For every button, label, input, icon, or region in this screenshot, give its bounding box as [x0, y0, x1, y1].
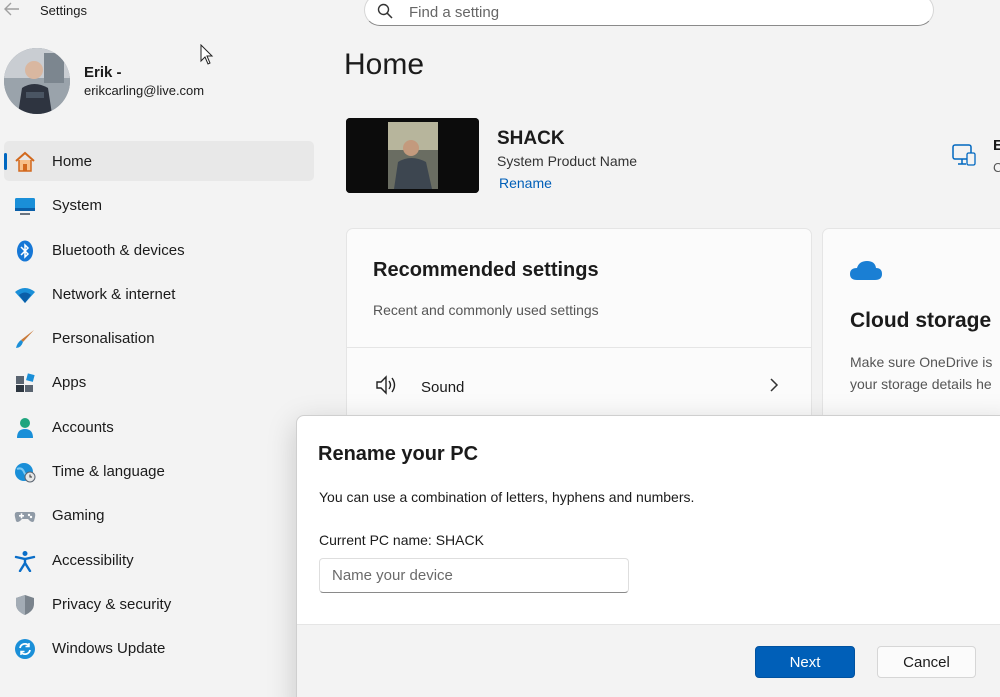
- app-title: Settings: [40, 3, 87, 18]
- sidebar-item-gaming[interactable]: Gaming: [4, 495, 314, 535]
- card-description-line: Make sure OneDrive is: [850, 354, 993, 370]
- back-arrow-icon[interactable]: [4, 2, 24, 20]
- page-title: Home: [344, 48, 425, 81]
- wifi-icon: [14, 284, 36, 306]
- accounts-icon: [14, 417, 36, 439]
- sidebar-item-label: Gaming: [52, 507, 105, 525]
- sidebar-item-windows-update[interactable]: Windows Update: [4, 628, 314, 668]
- bluetooth-icon: [14, 240, 36, 262]
- sidebar-item-apps[interactable]: Apps: [4, 362, 314, 402]
- dialog-description: You can use a combination of letters, hy…: [319, 489, 695, 505]
- recommended-item-label: Sound: [421, 379, 465, 396]
- sidebar-item-bluetooth[interactable]: Bluetooth & devices: [4, 230, 314, 270]
- sidebar-item-label: Apps: [52, 374, 87, 392]
- avatar[interactable]: [4, 48, 70, 114]
- sidebar-item-privacy[interactable]: Privacy & security: [4, 584, 314, 624]
- remote-desktop-icon: [952, 143, 976, 169]
- sidebar-item-personalisation[interactable]: Personalisation: [4, 318, 314, 358]
- pc-name: SHACK: [497, 128, 565, 149]
- sidebar-item-network[interactable]: Network & internet: [4, 274, 314, 314]
- accessibility-icon: [14, 550, 36, 572]
- gamepad-icon: [14, 505, 36, 527]
- user-email: erikcarling@live.com: [84, 83, 205, 98]
- next-button[interactable]: Next: [755, 646, 855, 678]
- cloud-storage-card: Cloud storage Make sure OneDrive is your…: [822, 228, 1000, 428]
- user-profile[interactable]: Erik - erikcarling@live.com: [0, 40, 320, 120]
- search-box[interactable]: [364, 0, 934, 26]
- sidebar-item-label: Accounts: [52, 418, 114, 436]
- update-icon: [14, 638, 36, 660]
- user-name: Erik -: [84, 64, 122, 81]
- sidebar-item-label: Accessibility: [52, 551, 134, 569]
- sidebar-item-time-language[interactable]: Time & language: [4, 451, 314, 491]
- title-bar: Settings: [0, 0, 320, 24]
- sidebar-item-label: Bluetooth & devices: [52, 241, 185, 259]
- system-icon: [14, 195, 36, 217]
- sidebar-item-system[interactable]: System: [4, 185, 314, 225]
- search-icon: [377, 3, 393, 19]
- cancel-button[interactable]: Cancel: [877, 646, 976, 678]
- current-pc-name: Current PC name: SHACK: [319, 532, 484, 548]
- device-name-input[interactable]: [319, 558, 629, 593]
- dialog-footer: Next Cancel: [297, 624, 1000, 697]
- partial-status-subtitle: C: [993, 160, 1000, 175]
- chevron-right-icon: [767, 377, 781, 393]
- brush-icon: [14, 328, 36, 350]
- card-subtitle: Recent and commonly used settings: [373, 302, 599, 318]
- sidebar-item-label: System: [52, 197, 103, 215]
- card-description-line: your storage details he: [850, 376, 992, 392]
- sidebar-item-label: Time & language: [52, 463, 165, 481]
- pc-model: System Product Name: [497, 153, 638, 169]
- sidebar-item-label: Home: [52, 153, 93, 170]
- partial-status-title: E: [993, 137, 1000, 154]
- rename-pc-dialog: Rename your PC You can use a combination…: [296, 415, 1000, 697]
- search-input[interactable]: [409, 2, 889, 22]
- pc-wallpaper-thumbnail: [346, 118, 479, 193]
- rename-link[interactable]: Rename: [499, 175, 552, 191]
- card-title: Recommended settings: [373, 259, 599, 281]
- sidebar-item-label: Network & internet: [52, 285, 176, 303]
- globe-clock-icon: [14, 461, 36, 483]
- sidebar-item-accessibility[interactable]: Accessibility: [4, 540, 314, 580]
- sidebar-item-label: Personalisation: [52, 330, 155, 348]
- speaker-icon: [375, 375, 399, 395]
- cloud-icon: [849, 259, 883, 281]
- shield-icon: [14, 594, 36, 616]
- recommended-settings-card: Recommended settings Recent and commonly…: [346, 228, 812, 428]
- sidebar-nav: Home System Bluetooth & devices Network …: [4, 141, 314, 673]
- apps-icon: [14, 372, 36, 394]
- home-icon: [14, 151, 36, 173]
- sidebar-item-accounts[interactable]: Accounts: [4, 407, 314, 447]
- card-title: Cloud storage: [850, 309, 992, 332]
- dialog-title: Rename your PC: [318, 443, 479, 465]
- sidebar-item-label: Privacy & security: [52, 595, 172, 613]
- sidebar-item-home[interactable]: Home: [4, 141, 314, 181]
- mouse-cursor-icon: [200, 43, 214, 66]
- sidebar-item-label: Windows Update: [52, 640, 166, 658]
- card-description: Make sure OneDrive is your storage detai…: [850, 351, 992, 395]
